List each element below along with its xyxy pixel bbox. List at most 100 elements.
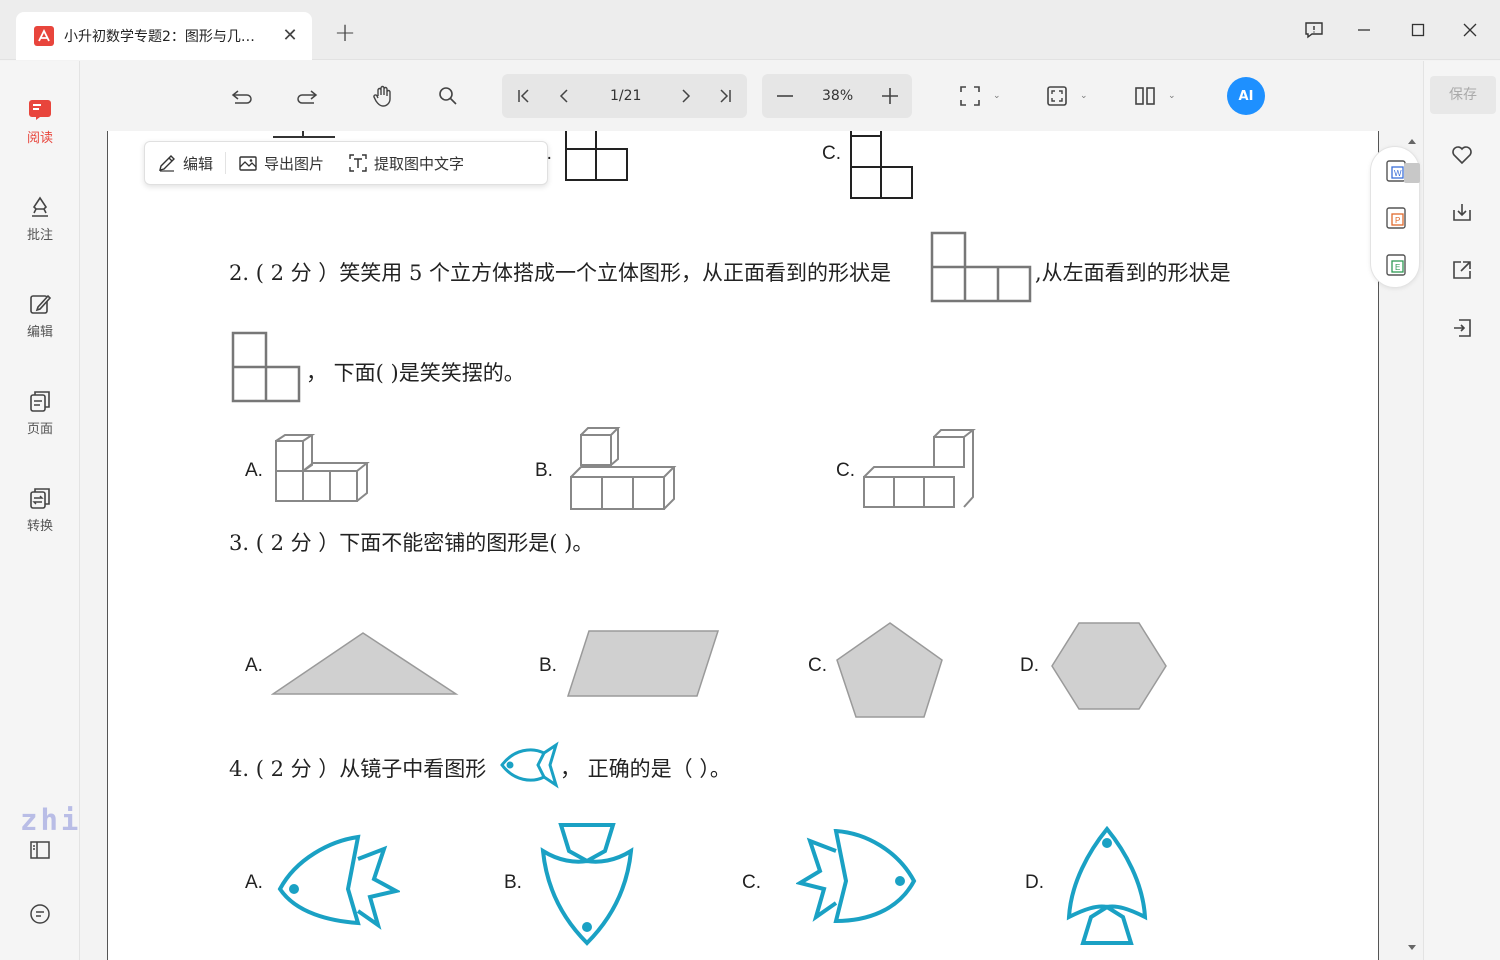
q1-figure-b bbox=[565, 131, 628, 181]
favorite-icon[interactable] bbox=[1450, 143, 1474, 167]
sidebar-item-annotate[interactable]: 批注 bbox=[0, 194, 80, 243]
undo-icon[interactable] bbox=[230, 84, 254, 108]
page-layout-icon[interactable] bbox=[1133, 84, 1157, 108]
feedback-icon[interactable] bbox=[1302, 18, 1326, 42]
comment-button[interactable] bbox=[0, 901, 80, 931]
sidebar-item-label: 阅读 bbox=[26, 131, 53, 146]
q2-option-b-label: B. bbox=[535, 460, 553, 481]
q4-option-a-label: A. bbox=[245, 872, 263, 893]
q2-option-b-cubes bbox=[570, 427, 677, 510]
q4-option-b-label: B. bbox=[504, 872, 522, 893]
q3-option-c-label: C. bbox=[808, 655, 827, 676]
scroll-down-icon[interactable] bbox=[1407, 944, 1417, 952]
annotate-icon bbox=[27, 194, 53, 220]
vertical-scrollbar[interactable] bbox=[1403, 131, 1421, 960]
share-icon[interactable] bbox=[1450, 258, 1474, 282]
pdf-icon bbox=[34, 26, 54, 46]
import-icon[interactable] bbox=[1450, 316, 1474, 340]
fit-page-icon[interactable] bbox=[1045, 84, 1069, 108]
title-bar: 小升初数学专题2：图形与几… ✕ + bbox=[0, 0, 1500, 60]
download-icon[interactable] bbox=[1450, 200, 1474, 224]
sidebar-item-label: 编辑 bbox=[26, 325, 53, 340]
image-context-menu: 编辑 导出图片 提取图中文字 bbox=[144, 141, 548, 185]
toolbar: 1/21 38% ⌄ ⌄ ⌄ AI bbox=[81, 61, 1423, 131]
text-extract-icon bbox=[349, 154, 367, 172]
pages-icon bbox=[27, 388, 53, 414]
pdf-page: B. C. 2. ( 2 分 ）笑笑用 5 个立方体搭成一个立体图形，从正面看到… bbox=[107, 131, 1420, 960]
chevron-down-icon[interactable]: ⌄ bbox=[1080, 91, 1088, 101]
q2-option-a-cubes bbox=[275, 434, 370, 502]
panel-toggle-icon bbox=[27, 837, 53, 863]
svg-text:W: W bbox=[1394, 169, 1402, 178]
sidebar-panel-toggle[interactable] bbox=[0, 837, 80, 867]
scroll-thumb[interactable] bbox=[1404, 163, 1420, 183]
search-icon[interactable] bbox=[436, 84, 460, 108]
previous-page-icon[interactable] bbox=[553, 84, 577, 108]
ai-assistant-button[interactable]: AI bbox=[1227, 77, 1265, 115]
question-2-text-cont: ,从左面看到的形状是 bbox=[1035, 261, 1231, 285]
page-indicator[interactable]: 1/21 bbox=[610, 88, 641, 104]
comment-icon bbox=[27, 901, 53, 927]
sidebar-item-read[interactable]: 阅读 bbox=[0, 97, 80, 146]
export-label: 导出图片 bbox=[264, 154, 325, 173]
save-button[interactable]: 保存 bbox=[1430, 76, 1496, 114]
export-image-button[interactable]: 导出图片 bbox=[226, 141, 336, 185]
sidebar-item-label: 批注 bbox=[26, 228, 53, 243]
redo-icon[interactable] bbox=[295, 84, 319, 108]
maximize-icon[interactable] bbox=[1406, 18, 1430, 42]
question-4-text: 4. ( 2 分 ）从镜子中看图形 bbox=[229, 757, 487, 781]
q4-option-d-label: D. bbox=[1025, 872, 1044, 893]
minimize-icon[interactable] bbox=[1352, 18, 1376, 42]
q3-hexagon-shape bbox=[1051, 622, 1167, 710]
sidebar-item-label: 页面 bbox=[26, 422, 53, 437]
hand-icon[interactable] bbox=[371, 84, 395, 108]
zoom-out-icon[interactable] bbox=[773, 84, 797, 108]
chevron-down-icon[interactable]: ⌄ bbox=[1168, 91, 1176, 101]
q3-triangle-shape bbox=[271, 632, 459, 695]
question-4-text-cont: ， 正确的是（ ）。 bbox=[560, 757, 731, 781]
svg-text:P: P bbox=[1395, 216, 1400, 225]
document-viewport: B. C. 2. ( 2 分 ）笑笑用 5 个立方体搭成一个立体图形，从正面看到… bbox=[81, 131, 1423, 960]
q1-option-c-label: C. bbox=[822, 143, 841, 164]
q4-fish-figure bbox=[500, 741, 559, 789]
q4-option-c-label: C. bbox=[742, 872, 761, 893]
image-icon bbox=[239, 156, 257, 171]
new-tab-button[interactable]: + bbox=[332, 20, 358, 46]
tab-close-icon[interactable]: ✕ bbox=[280, 26, 300, 46]
question-2-text: 2. ( 2 分 ）笑笑用 5 个立方体搭成一个立体图形，从正面看到的形状是 bbox=[229, 261, 891, 285]
sidebar-item-edit[interactable]: 编辑 bbox=[0, 291, 80, 340]
q2-front-view-figure bbox=[930, 231, 1032, 303]
edit-icon bbox=[27, 291, 53, 317]
question-2-text-line2: ， 下面( )是笑笑摆的。 bbox=[306, 361, 525, 385]
q3-option-d-label: D. bbox=[1020, 655, 1039, 676]
edit-image-button[interactable]: 编辑 bbox=[145, 141, 225, 185]
q2-option-c-label: C. bbox=[836, 460, 855, 481]
last-page-icon[interactable] bbox=[713, 84, 737, 108]
fit-width-icon[interactable] bbox=[958, 84, 982, 108]
q1-figure-c bbox=[850, 131, 913, 199]
edit-label: 编辑 bbox=[183, 154, 214, 173]
next-page-icon[interactable] bbox=[673, 84, 697, 108]
sidebar-item-label: 转换 bbox=[26, 519, 53, 534]
svg-text:E: E bbox=[1395, 263, 1400, 272]
first-page-icon[interactable] bbox=[512, 84, 536, 108]
scroll-up-icon[interactable] bbox=[1407, 137, 1417, 145]
q4-option-b-fish bbox=[540, 823, 634, 946]
q3-parallelogram-shape bbox=[566, 630, 720, 697]
q1-figure-a-partial bbox=[273, 131, 335, 138]
right-panel: 保存 bbox=[1423, 61, 1500, 960]
q2-option-c-cubes bbox=[863, 429, 976, 508]
q4-option-a-fish bbox=[277, 834, 400, 930]
close-window-icon[interactable] bbox=[1458, 18, 1482, 42]
left-sidebar: 阅读 批注 编辑 页面 转换 zhishi.im bbox=[0, 61, 201, 960]
pencil-icon bbox=[159, 155, 175, 172]
zoom-level[interactable]: 38% bbox=[822, 88, 853, 104]
sidebar-item-convert[interactable]: 转换 bbox=[0, 485, 80, 534]
zoom-in-icon[interactable] bbox=[878, 84, 902, 108]
document-tab[interactable]: 小升初数学专题2：图形与几… ✕ bbox=[16, 12, 312, 60]
read-icon bbox=[27, 97, 53, 123]
q4-option-d-fish bbox=[1066, 825, 1148, 945]
sidebar-item-pages[interactable]: 页面 bbox=[0, 388, 80, 437]
extract-text-button[interactable]: 提取图中文字 bbox=[336, 141, 476, 185]
chevron-down-icon[interactable]: ⌄ bbox=[993, 91, 1001, 101]
